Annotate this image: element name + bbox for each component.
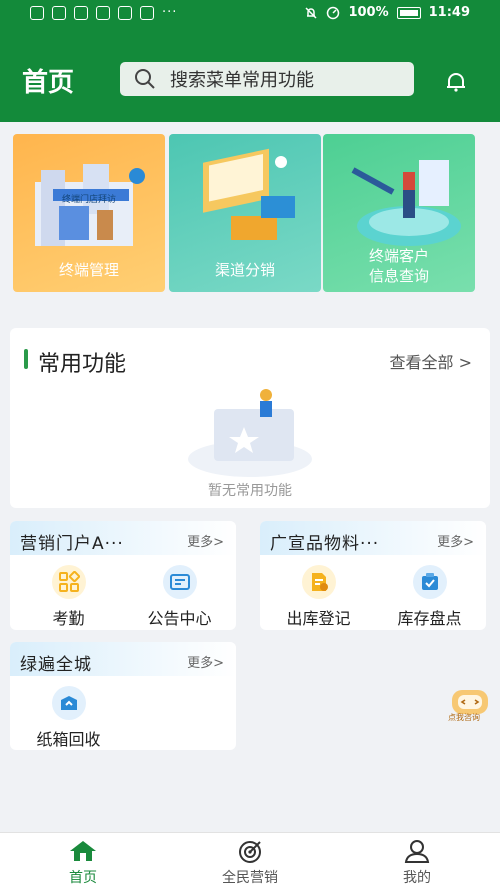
- module-title: 广宣品物料···: [270, 534, 380, 554]
- tab-mine[interactable]: 我的: [357, 839, 477, 887]
- tab-marketing[interactable]: 全民营销: [190, 839, 310, 887]
- clock: 11:49: [428, 5, 470, 20]
- module-header: 广宣品物料··· 更多>: [260, 521, 486, 555]
- more-dots-icon: ···: [162, 5, 178, 20]
- home-icon: [70, 841, 96, 861]
- assistant-label[interactable]: 点我咨询: [448, 712, 480, 723]
- music-icon: [74, 6, 88, 20]
- download-icon: [118, 6, 132, 20]
- distribution-illustration: [203, 148, 295, 240]
- banner-label-line2: 信息查询: [368, 267, 429, 285]
- target-icon: [239, 841, 261, 863]
- bottom-tab-bar: 首页 全民营销 我的: [0, 832, 500, 888]
- person-icon: [404, 840, 430, 863]
- speed-icon: [327, 6, 340, 19]
- inventory-icon: [412, 565, 447, 599]
- attendance-icon: [51, 565, 86, 599]
- tile-attendance[interactable]: 考勤: [12, 565, 125, 629]
- outbound-icon: [301, 565, 336, 599]
- more-link[interactable]: 更多>: [187, 531, 224, 550]
- page-title: 首页: [22, 68, 75, 98]
- wifi-icon: [52, 6, 66, 20]
- module-marketing-portal: 营销门户A··· 更多> 考勤 公告中心: [10, 521, 236, 630]
- tab-label: 我的: [403, 870, 431, 886]
- tile-inventory-check[interactable]: 库存盘点: [373, 565, 486, 629]
- status-bar: ··· 100% 11:49: [0, 0, 500, 28]
- notification-icon: [30, 6, 44, 20]
- search-icon: [135, 69, 155, 89]
- search-placeholder: 搜索菜单常用功能: [170, 70, 314, 91]
- box-recycle-icon: [51, 686, 86, 720]
- mute-icon: [305, 6, 317, 19]
- module-title: 营销门户A···: [20, 534, 124, 554]
- tab-label: 首页: [69, 870, 97, 886]
- search-bar[interactable]: 搜索菜单常用功能: [120, 62, 414, 96]
- module-promo-materials: 广宣品物料··· 更多> 出库登记 库存盘点: [260, 521, 486, 630]
- more-link[interactable]: 更多>: [437, 531, 474, 550]
- more-link[interactable]: 更多>: [187, 652, 224, 671]
- banner-label: 渠道分销: [214, 261, 275, 279]
- tile-label: 公告中心: [147, 609, 212, 628]
- download-icon: [140, 6, 154, 20]
- status-icons-right: 100% 11:49: [304, 5, 470, 20]
- module-title: 绿遍全城: [20, 655, 92, 675]
- app-header: ··· 100% 11:49 首页 搜索菜单常用功能: [0, 0, 500, 122]
- view-all-link[interactable]: 查看全部 >: [390, 349, 473, 373]
- tab-label: 全民营销: [222, 870, 278, 886]
- empty-state-illustration: [188, 389, 312, 477]
- banner-terminal-management[interactable]: 终端门店拜访 终端管理: [13, 134, 165, 292]
- status-icons-left: ···: [30, 6, 177, 20]
- store-sign: 终端门店拜访: [61, 195, 116, 205]
- query-illustration: [351, 160, 461, 246]
- app-icon: [96, 6, 110, 20]
- module-green-city: 绿遍全城 更多> 纸箱回收: [10, 642, 236, 750]
- tile-label: 出库登记: [286, 609, 351, 628]
- module-header: 营销门户A··· 更多>: [10, 521, 236, 555]
- tile-box-recycle[interactable]: 纸箱回收: [12, 686, 125, 750]
- tile-label: 库存盘点: [397, 609, 462, 628]
- module-header: 绿遍全城 更多>: [10, 642, 236, 676]
- tile-outbound-registration[interactable]: 出库登记: [262, 565, 375, 629]
- tile-notice-center[interactable]: 公告中心: [123, 565, 236, 629]
- banner-label: 终端管理: [58, 261, 119, 279]
- common-functions-card: 常用功能 查看全部 > 暂无常用功能: [10, 328, 490, 508]
- battery-percent: 100%: [348, 5, 389, 20]
- banner-customer-query[interactable]: 终端客户 信息查询: [323, 134, 475, 292]
- notice-icon: [162, 565, 197, 599]
- bell-icon[interactable]: [444, 70, 468, 94]
- tile-label: 纸箱回收: [36, 730, 101, 749]
- battery-icon: [396, 6, 421, 19]
- banner-label-line1: 终端客户: [368, 247, 429, 265]
- tile-label: 考勤: [52, 609, 85, 628]
- common-functions-title: 常用功能: [24, 346, 126, 378]
- banner-channel-distribution[interactable]: 渠道分销: [169, 134, 321, 292]
- tab-home[interactable]: 首页: [23, 839, 143, 887]
- empty-state-text: 暂无常用功能: [208, 483, 292, 499]
